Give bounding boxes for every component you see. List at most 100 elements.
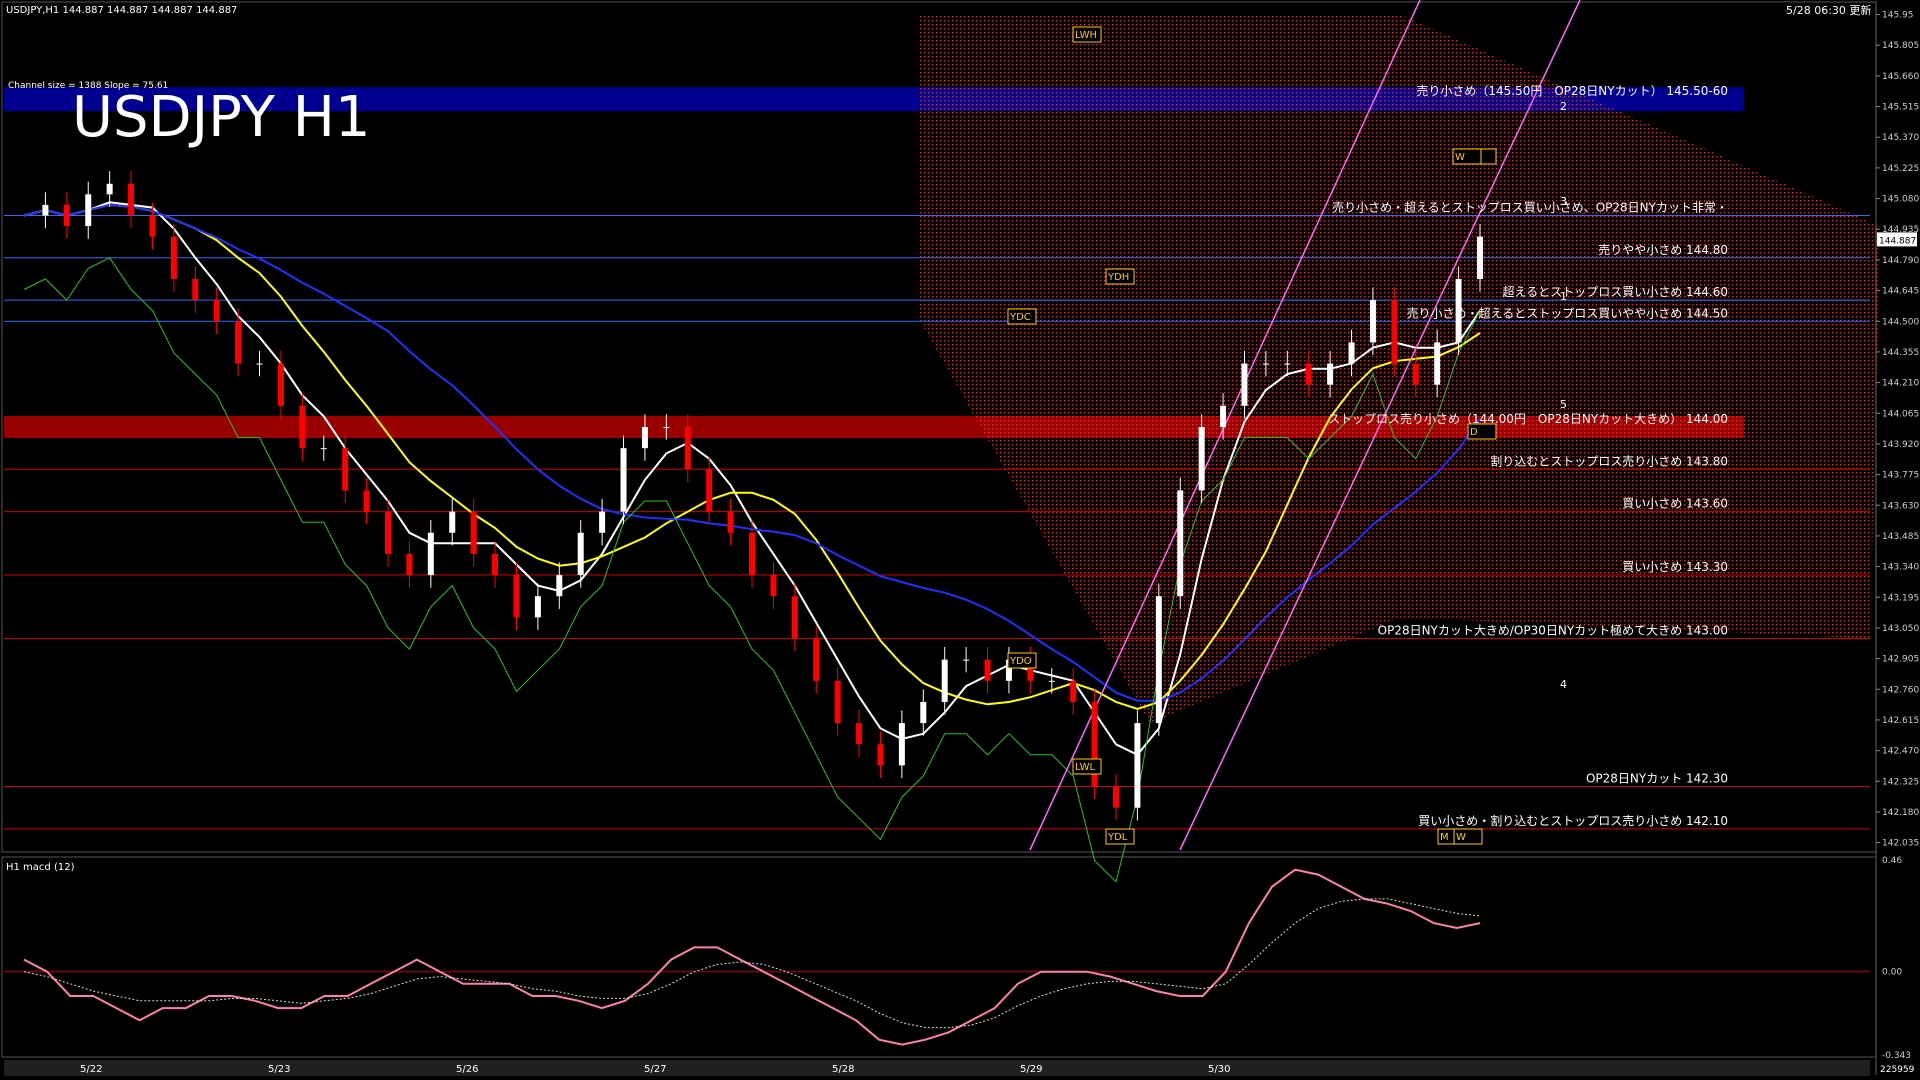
price-tick-label: 144.935: [1882, 225, 1919, 235]
date-label: 5/28: [832, 1064, 854, 1075]
macd-panel: [1, 856, 1877, 1058]
candle-body: [813, 638, 820, 681]
candle-body: [213, 300, 220, 322]
candle-body: [1327, 363, 1334, 385]
candle-body: [406, 553, 413, 576]
macd-tick-label: 0.46: [1882, 856, 1902, 866]
candle-body: [920, 701, 927, 724]
candle-body: [42, 204, 49, 216]
candle-body: [1113, 786, 1119, 808]
candle-body: [1048, 680, 1055, 682]
candle-body: [256, 363, 263, 365]
candle-body: [1284, 363, 1291, 365]
trend-number: 5: [1560, 398, 1567, 411]
candle-body: [1305, 363, 1312, 385]
price-tick-label: 144.065: [1882, 409, 1919, 419]
candle-body: [1241, 363, 1248, 406]
price-tick-label: 143.630: [1882, 501, 1919, 511]
price-tick-label: 145.805: [1882, 41, 1919, 51]
trend-number: 2: [1560, 100, 1567, 113]
price-tick-label: 145.080: [1882, 195, 1919, 205]
candle-body: [128, 183, 135, 216]
level-marker-label: LWH: [1075, 30, 1097, 41]
level-annotation: 売り小さめ（145.50円 OP28日NYカット） 145.50-60: [1416, 83, 1728, 98]
level-annotation: 買い小さめ 143.30: [1622, 560, 1728, 574]
candle-body: [427, 532, 434, 576]
candle-body: [984, 659, 991, 681]
candle-body: [1348, 342, 1355, 364]
candle-body: [1434, 342, 1441, 385]
price-tick-label: 143.920: [1882, 440, 1919, 450]
trend-number: 1: [1560, 290, 1567, 303]
price-tick-label: 144.645: [1882, 287, 1919, 297]
level-annotation: 超えるとストップロス買い小さめ 144.60: [1503, 284, 1728, 299]
candle-body: [106, 183, 113, 195]
candle-body: [663, 427, 670, 428]
candle-body: [727, 511, 734, 533]
price-tick-label: 142.760: [1882, 685, 1919, 695]
date-label: 5/29: [1020, 1064, 1042, 1075]
level-annotation: 売り小さめ・超えるとストップロス買いやや小さめ 144.50: [1407, 305, 1728, 320]
macd-title: H1 macd (12): [6, 862, 75, 873]
level-marker-label: YDL: [1107, 832, 1128, 843]
candle-body: [1477, 236, 1483, 279]
price-tick-label: 143.340: [1882, 563, 1919, 573]
candle-body: [577, 532, 584, 576]
level-annotation: ストップロス売り小さめ（144.00円 OP28日NYカット大きめ） 144.0…: [1328, 411, 1728, 426]
level-annotation: 買い小さめ 143.60: [1622, 497, 1728, 511]
candle-body: [492, 553, 499, 576]
price-tick-label: 143.485: [1882, 532, 1919, 542]
candle-body: [834, 680, 841, 724]
price-tick-label: 143.195: [1882, 593, 1919, 603]
candle-body: [192, 278, 199, 301]
candle-body: [299, 405, 306, 449]
candle-body: [620, 448, 627, 512]
date-label: 5/22: [80, 1064, 102, 1075]
candle-body: [1369, 300, 1376, 343]
candle-body: [385, 511, 391, 554]
candle-body: [320, 448, 327, 450]
price-tick-label: 145.370: [1882, 133, 1919, 143]
level-annotation: OP28日NYカット大きめ/OP30日NYカット極めて大きめ 143.00: [1378, 623, 1728, 638]
price-tick-label: 145.95: [1882, 11, 1914, 21]
candle-body: [641, 427, 648, 449]
candle-body: [235, 321, 242, 364]
candle-body: [1198, 427, 1205, 491]
level-annotation: 売り小さめ・超えるとストップロス買い小さめ、OP28日NYカット非常・: [1332, 200, 1728, 215]
candle-body: [877, 744, 884, 766]
price-tick-label: 143.050: [1882, 624, 1919, 634]
level-annotation: 売りやや小さめ 144.80: [1598, 242, 1728, 257]
candle-body: [791, 596, 798, 639]
current-price-label: 144.887: [1879, 236, 1916, 246]
level-marker-label: YDH: [1107, 272, 1129, 283]
candle-body: [534, 596, 541, 618]
price-tick-label: 143.775: [1882, 471, 1919, 481]
candle-body: [1412, 363, 1419, 385]
candle-body: [599, 511, 606, 533]
bottom-right-value: 225959: [1880, 1065, 1915, 1075]
candle-body: [1070, 680, 1077, 702]
price-tick-label: 142.325: [1882, 777, 1919, 787]
price-tick-label: 142.905: [1882, 655, 1919, 665]
candle-body: [941, 659, 948, 702]
level-marker-label: LWL: [1075, 762, 1096, 773]
price-tick-label: 144.500: [1882, 317, 1919, 327]
candle-body: [149, 215, 156, 237]
price-tick-label: 142.470: [1882, 747, 1919, 757]
candle-body: [856, 723, 863, 745]
price-tick-label: 144.210: [1882, 379, 1919, 389]
level-marker-label: W: [1455, 152, 1465, 163]
candle-body: [556, 575, 563, 597]
price-tick-label: 145.225: [1882, 164, 1919, 174]
candle-body: [1177, 490, 1184, 597]
candle-body: [170, 236, 177, 279]
level-marker-label: YDO: [1009, 656, 1032, 667]
date-label: 5/26: [456, 1064, 478, 1075]
candle-body: [706, 469, 713, 512]
candle-body: [1262, 363, 1269, 365]
level-marker-label: YDC: [1009, 312, 1031, 323]
symbol-info: USDJPY,H1 144.887 144.887 144.887 144.88…: [6, 5, 237, 16]
candle-body: [1134, 723, 1141, 808]
date-label: 5/27: [644, 1064, 666, 1075]
price-tick-label: 142.180: [1882, 808, 1919, 818]
